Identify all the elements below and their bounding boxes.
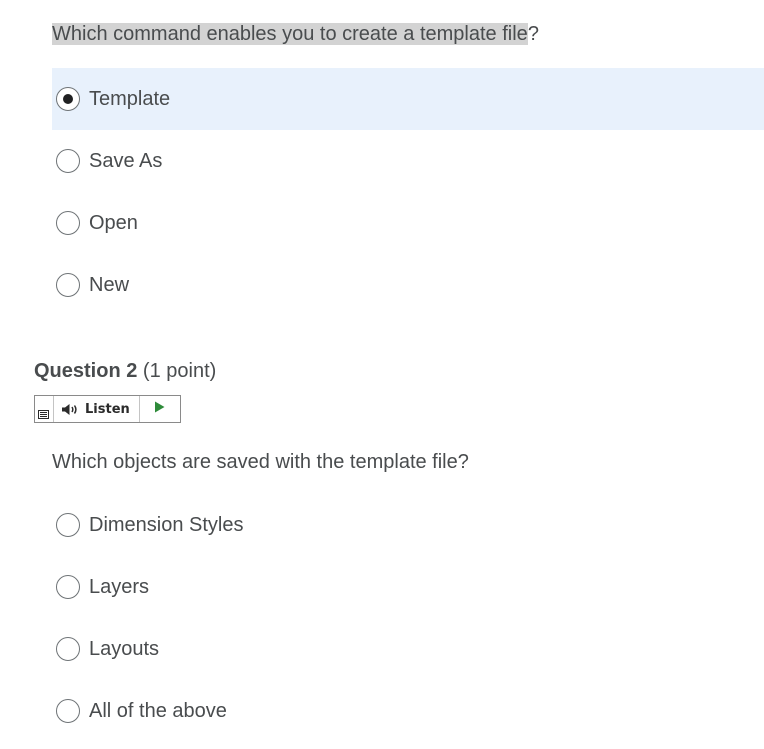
q1-option-new[interactable]: New [52,254,764,316]
question-points: (1 point) [142,360,217,382]
radio-button[interactable] [56,87,80,111]
q2-option-all-of-the-above[interactable]: All of the above [52,680,764,742]
option-label: Layouts [89,637,160,660]
option-label: Open [89,211,138,234]
q2-option-layers[interactable]: Layers [52,556,764,618]
highlighted-text: Which command enables you to create a te… [52,23,528,45]
listen-button[interactable]: Listen [54,396,140,422]
q2-option-dimension-styles[interactable]: Dimension Styles [52,494,764,556]
radio-button[interactable] [56,273,80,297]
question-1-text: Which command enables you to create a te… [52,20,539,48]
radio-button[interactable] [56,575,80,599]
play-button[interactable] [140,396,180,422]
option-label: Dimension Styles [89,513,244,536]
q2-option-layouts[interactable]: Layouts [52,618,764,680]
listen-label: Listen [85,401,130,417]
option-label: Save As [89,149,163,172]
question-2-text: Which objects are saved with the templat… [52,451,469,473]
radio-button[interactable] [56,699,80,723]
play-icon [154,400,165,418]
option-label: All of the above [89,699,227,722]
radio-button[interactable] [56,513,80,537]
radio-button[interactable] [56,637,80,661]
option-label: Layers [89,575,150,598]
question-2-heading: Question 2 (1 point) [34,357,216,385]
radio-button[interactable] [56,211,80,235]
menu-icon[interactable] [35,396,54,422]
speaker-icon [61,403,79,416]
radio-selected-dot [63,94,73,104]
question-text-tail: ? [527,23,539,45]
listen-widget: Listen [34,395,181,423]
option-label: Template [89,87,171,110]
q1-option-open[interactable]: Open [52,192,764,254]
option-label: New [89,273,130,296]
q1-option-save-as[interactable]: Save As [52,130,764,192]
question-number: Question 2 [34,360,138,382]
q1-option-template[interactable]: Template [52,68,764,130]
radio-button[interactable] [56,149,80,173]
